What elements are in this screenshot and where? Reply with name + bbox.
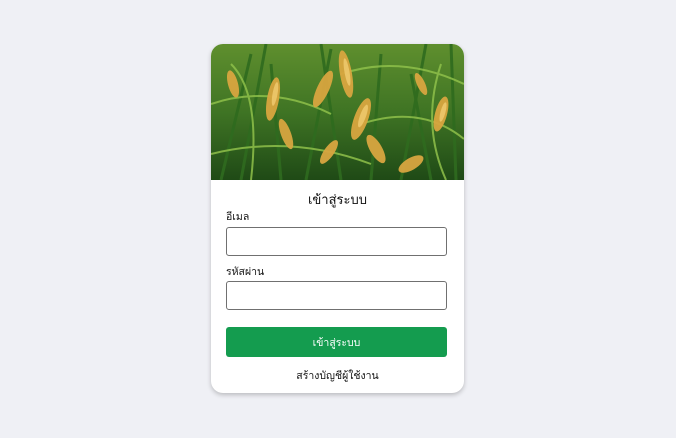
password-label: รหัสผ่าน xyxy=(226,266,265,278)
rice-field-image xyxy=(211,44,464,180)
email-label: อีเมล xyxy=(226,211,250,223)
register-link[interactable]: สร้างบัญชีผู้ใช้งาน xyxy=(211,369,464,383)
login-button[interactable]: เข้าสู่ระบบ xyxy=(226,327,447,357)
password-field[interactable] xyxy=(226,281,447,310)
email-field[interactable] xyxy=(226,227,447,256)
page-title: เข้าสู่ระบบ xyxy=(307,193,368,208)
login-card: เข้าสู่ระบบ อีเมล รหัสผ่าน เข้าสู่ระบบ ส… xyxy=(211,44,464,393)
